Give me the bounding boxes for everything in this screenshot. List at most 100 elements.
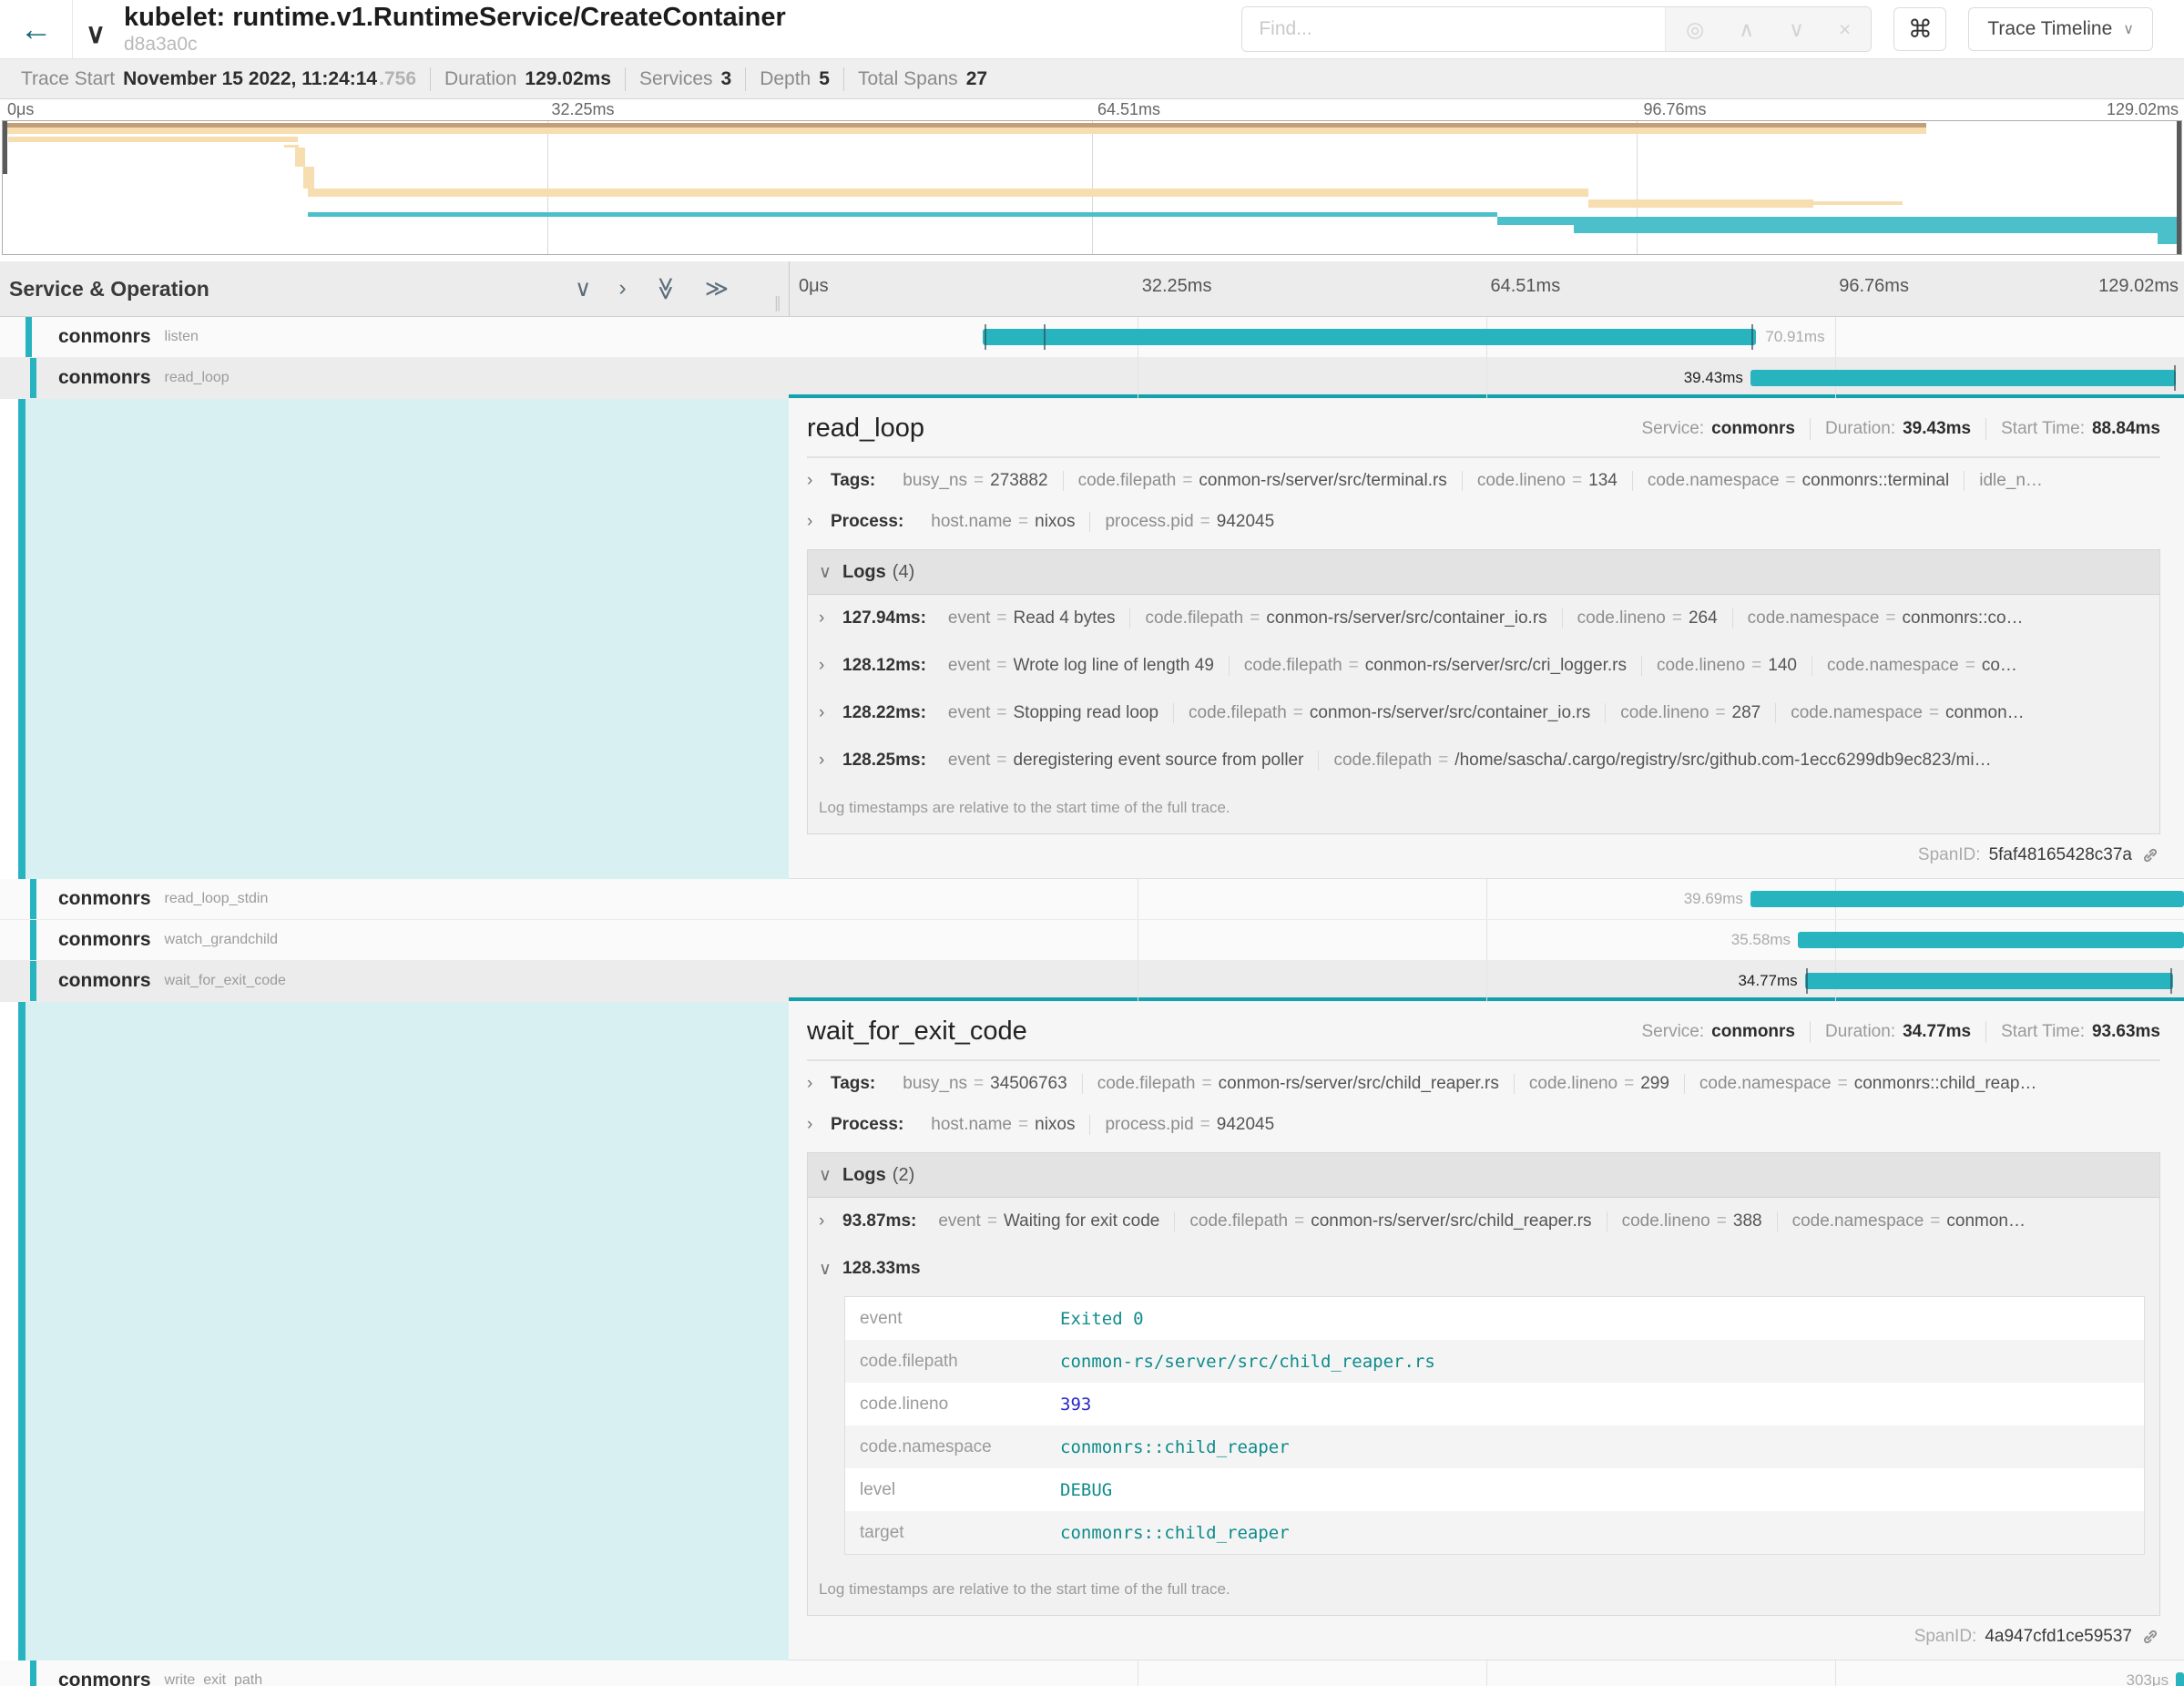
tags-accordion[interactable]: › Tags: busy_ns=34506763 code.filepath=c… bbox=[807, 1063, 2160, 1104]
span-name-cell[interactable]: conmonrs read_loop_stdin bbox=[0, 879, 789, 919]
chevron-right-icon: › bbox=[819, 703, 842, 723]
span-bar[interactable] bbox=[1805, 973, 2173, 989]
gridline bbox=[1486, 879, 1487, 919]
detail-panel: wait_for_exit_code Service:conmonrs Dura… bbox=[789, 1002, 2184, 1660]
view-selector-label: Trace Timeline bbox=[1987, 18, 2112, 40]
log-entry[interactable]: › 128.22ms: event=Stopping read loop cod… bbox=[808, 690, 2159, 737]
span-name-cell[interactable]: conmonrs read_loop bbox=[0, 358, 789, 398]
log-entry[interactable]: › 127.94ms: event=Read 4 bytes code.file… bbox=[808, 595, 2159, 642]
span-id-row: SpanID: 5faf48165428c37a bbox=[807, 845, 2160, 865]
view-selector-button[interactable]: Trace Timeline ∨ bbox=[1968, 7, 2153, 51]
service-color-accent bbox=[18, 399, 26, 879]
span-duration-label: 70.91ms bbox=[1765, 328, 1824, 346]
span-bar[interactable] bbox=[2176, 1672, 2184, 1686]
gridline bbox=[1092, 121, 1093, 254]
service-color-accent bbox=[18, 1002, 26, 1660]
copy-link-icon[interactable] bbox=[2140, 845, 2160, 865]
operation-name: watch_grandchild bbox=[165, 932, 279, 948]
trace-services: Services 3 bbox=[625, 67, 745, 91]
gridline bbox=[1486, 920, 1487, 960]
log-entry[interactable]: › 93.87ms: event=Waiting for exit code c… bbox=[808, 1198, 2159, 1245]
timeline-header: Service & Operation ∨ › ≫ ≫ ∥ 0μs 32.25m… bbox=[0, 261, 2184, 317]
span-bar[interactable] bbox=[1750, 891, 2184, 907]
service-name: conmonrs bbox=[58, 929, 151, 951]
divider bbox=[1810, 1021, 1811, 1043]
service-name: conmonrs bbox=[58, 970, 151, 992]
span-row-watch-grandchild[interactable]: conmonrs watch_grandchild 35.58ms bbox=[0, 920, 2184, 961]
minimap-span bbox=[8, 137, 298, 142]
viewport-drag-handle-right[interactable] bbox=[2177, 121, 2181, 254]
divider bbox=[1810, 418, 1811, 440]
span-row-wait-for-exit-code[interactable]: conmonrs wait_for_exit_code 34.77ms bbox=[0, 961, 2184, 1002]
span-name-cell[interactable]: conmonrs listen bbox=[0, 317, 789, 357]
span-row-read-loop-stdin[interactable]: conmonrs read_loop_stdin 39.69ms bbox=[0, 879, 2184, 920]
collapse-one-icon[interactable]: ∨ bbox=[575, 275, 591, 302]
gridline bbox=[1486, 358, 1487, 398]
clear-search-icon[interactable]: × bbox=[1839, 17, 1851, 42]
prev-match-icon[interactable]: ∧ bbox=[1739, 17, 1754, 42]
span-name-cell[interactable]: conmonrs write_exit_path bbox=[0, 1660, 789, 1686]
span-bar[interactable] bbox=[983, 329, 1756, 345]
trace-duration: Duration 129.02ms bbox=[430, 67, 625, 91]
collapse-controls: ∨ › ≫ ≫ bbox=[575, 275, 729, 302]
keyboard-shortcuts-button[interactable]: ⌘ bbox=[1893, 7, 1946, 51]
trace-timeline-page: ← ∨ kubelet: runtime.v1.RuntimeService/C… bbox=[0, 0, 2184, 1686]
divider bbox=[807, 456, 2160, 458]
process-accordion[interactable]: › Process: host.name=nixos process.pid=9… bbox=[807, 1104, 2160, 1145]
span-duration-label: 303μs bbox=[2126, 1671, 2169, 1686]
operation-name: wait_for_exit_code bbox=[165, 973, 286, 989]
service-color-accent bbox=[30, 961, 36, 1001]
process-accordion[interactable]: › Process: host.name=nixos process.pid=9… bbox=[807, 501, 2160, 542]
gridline bbox=[547, 121, 548, 254]
minimap-span bbox=[308, 189, 1588, 197]
span-row-listen[interactable]: conmonrs listen 70.91ms bbox=[0, 317, 2184, 358]
span-timeline-cell[interactable]: 34.77ms bbox=[789, 961, 2184, 1001]
trace-header-collapse-toggle[interactable]: ∨ bbox=[86, 18, 106, 50]
search-input[interactable] bbox=[1242, 7, 1665, 51]
log-entry[interactable]: › 128.12ms: event=Wrote log line of leng… bbox=[808, 642, 2159, 690]
logs-note: Log timestamps are relative to the start… bbox=[808, 784, 2159, 833]
service-operation-header: Service & Operation ∨ › ≫ ≫ ∥ bbox=[0, 261, 790, 316]
service-color-accent bbox=[26, 317, 32, 357]
log-entry[interactable]: › 128.25ms: event=deregistering event so… bbox=[808, 737, 2159, 784]
log-entry-expanded[interactable]: ∨ 128.33ms bbox=[808, 1245, 2159, 1293]
collapse-all-icon[interactable]: ≫ bbox=[652, 277, 679, 301]
trace-titles: kubelet: runtime.v1.RuntimeService/Creat… bbox=[124, 3, 786, 56]
viewport-drag-handle-left[interactable] bbox=[3, 121, 7, 174]
logs-accordion[interactable]: ∨ Logs (2) bbox=[808, 1153, 2159, 1198]
span-timeline-cell[interactable]: 39.43ms bbox=[789, 358, 2184, 398]
span-timeline-cell[interactable]: 70.91ms bbox=[789, 317, 2184, 357]
span-timeline-cell[interactable]: 39.69ms bbox=[789, 879, 2184, 919]
gridline bbox=[1486, 961, 1487, 1001]
span-row-write-exit-path[interactable]: conmonrs write_exit_path 303μs bbox=[0, 1660, 2184, 1686]
gridline bbox=[1835, 317, 1836, 357]
detail-indent-area bbox=[0, 1002, 789, 1660]
span-name-cell[interactable]: conmonrs wait_for_exit_code bbox=[0, 961, 789, 1001]
detail-panel: read_loop Service:conmonrs Duration:39.4… bbox=[789, 399, 2184, 879]
span-duration-label: 39.43ms bbox=[1684, 369, 1743, 387]
column-resize-handle[interactable]: ∥ bbox=[774, 294, 782, 312]
timeline-minimap[interactable] bbox=[2, 120, 2182, 255]
minimap-span bbox=[2158, 233, 2179, 244]
service-name: conmonrs bbox=[58, 326, 151, 348]
detail-highlight-fill bbox=[26, 1002, 789, 1660]
trace-start: Trace Start November 15 2022, 11:24:14 .… bbox=[7, 67, 430, 91]
span-bar[interactable] bbox=[1750, 370, 2176, 386]
next-match-icon[interactable]: ∨ bbox=[1789, 17, 1804, 42]
expand-one-icon[interactable]: › bbox=[618, 275, 626, 302]
copy-link-icon[interactable] bbox=[2140, 1627, 2160, 1647]
span-name-cell[interactable]: conmonrs watch_grandchild bbox=[0, 920, 789, 960]
span-bar[interactable] bbox=[1798, 932, 2184, 948]
span-timeline-cell[interactable]: 35.58ms bbox=[789, 920, 2184, 960]
tags-accordion[interactable]: › Tags: busy_ns=273882 code.filepath=con… bbox=[807, 460, 2160, 501]
span-timeline-cell[interactable]: 303μs bbox=[789, 1660, 2184, 1686]
command-icon: ⌘ bbox=[1908, 15, 1933, 44]
expand-all-icon[interactable]: ≫ bbox=[705, 275, 729, 302]
locate-icon[interactable]: ◎ bbox=[1686, 17, 1704, 42]
gridline bbox=[1637, 121, 1638, 254]
span-duration-label: 34.77ms bbox=[1738, 972, 1797, 990]
back-button[interactable]: ← bbox=[0, 0, 73, 58]
logs-accordion[interactable]: ∨ Logs (4) bbox=[808, 550, 2159, 595]
span-row-read-loop[interactable]: conmonrs read_loop 39.43ms bbox=[0, 358, 2184, 399]
minimap-span bbox=[1497, 217, 2177, 225]
